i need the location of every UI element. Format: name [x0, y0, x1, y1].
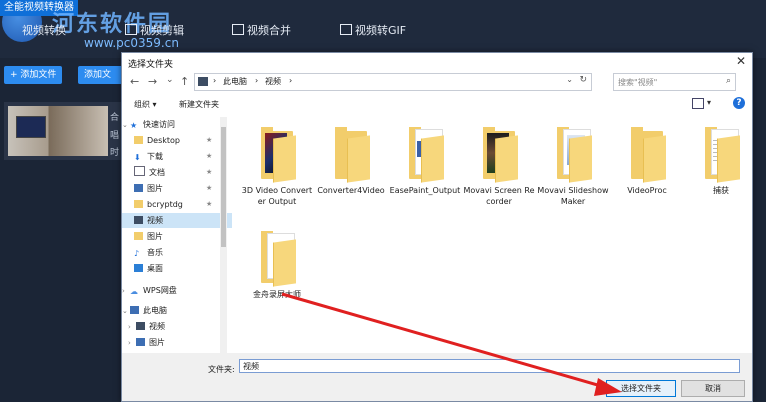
- annotation-arrow: [281, 292, 622, 396]
- arrow-shaft: [281, 292, 609, 390]
- arrow-head: [594, 378, 622, 396]
